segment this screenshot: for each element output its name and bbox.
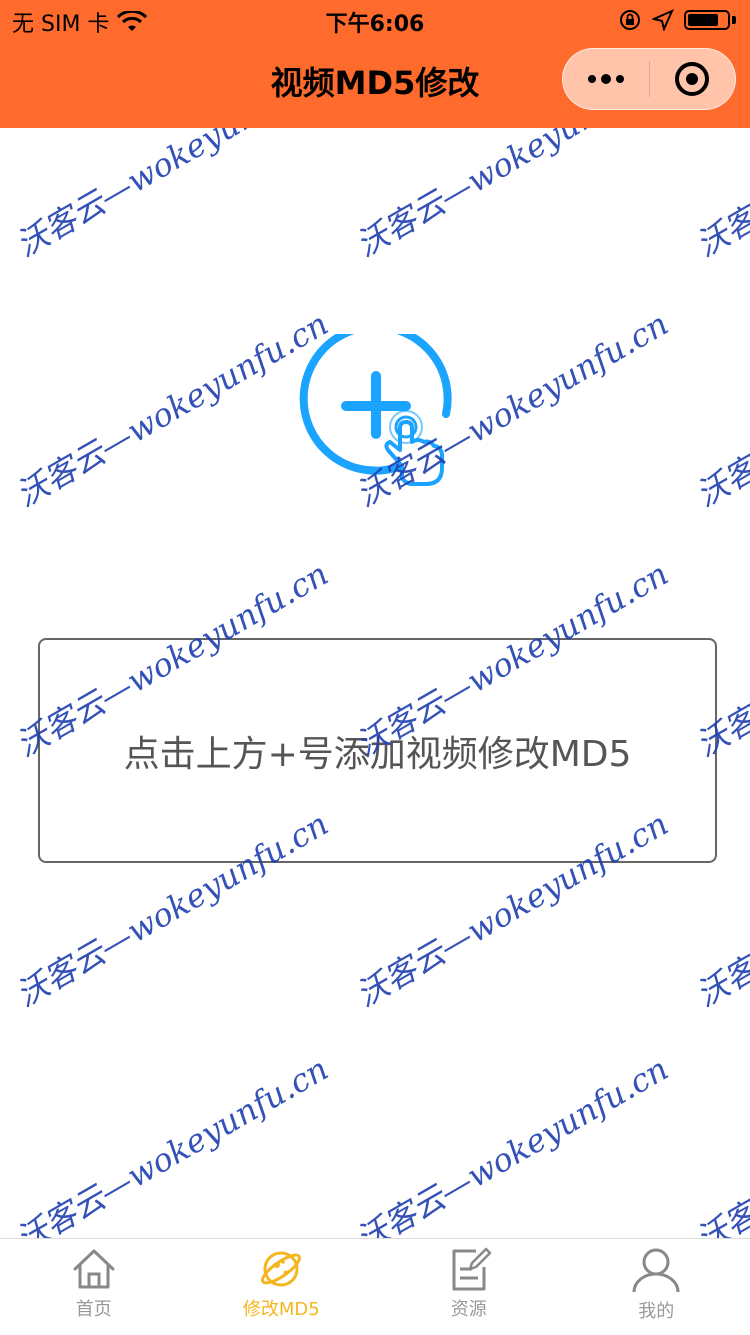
miniapp-capsule <box>562 48 736 110</box>
user-icon <box>631 1247 681 1293</box>
tab-label: 首页 <box>76 1295 112 1321</box>
tab-label: 资源 <box>451 1295 487 1321</box>
tab-modify-md5[interactable]: 修改MD5 <box>188 1239 376 1335</box>
planet-icon <box>258 1247 304 1291</box>
tab-home[interactable]: 首页 <box>0 1239 188 1335</box>
status-bar: 无 SIM 卡 下午6:06 <box>0 0 750 40</box>
status-right <box>618 8 736 32</box>
plus-circle-tap-icon <box>296 334 456 494</box>
watermark-text: 沃客云—wokeyunfu.cn <box>687 1044 750 1238</box>
battery-icon <box>684 10 730 30</box>
tab-label: 我的 <box>638 1297 674 1323</box>
watermark-text: 沃客云—wokeyunfu.cn <box>687 299 750 516</box>
tab-mine[interactable]: 我的 <box>563 1239 750 1335</box>
add-video-button[interactable] <box>296 334 456 494</box>
prompt-text: 点击上方+号添加视频修改MD5 <box>124 725 632 777</box>
more-button[interactable] <box>563 48 649 110</box>
tab-resources[interactable]: 资源 <box>375 1239 563 1335</box>
target-circle-icon <box>674 61 710 97</box>
watermark-text: 沃客云—wokeyunfu.cn <box>7 299 336 516</box>
header: 无 SIM 卡 下午6:06 视频MD5修改 <box>0 0 750 128</box>
watermark-text: 沃客云—wokeyunfu.cn <box>347 128 676 266</box>
watermark-text: 沃客云—wokeyunfu.cn <box>7 128 336 266</box>
add-video-prompt[interactable]: 点击上方+号添加视频修改MD5 <box>38 638 717 863</box>
tab-label: 修改MD5 <box>243 1295 320 1321</box>
close-miniapp-button[interactable] <box>650 48 736 110</box>
location-arrow-icon <box>652 9 674 31</box>
more-dots-icon <box>586 72 626 86</box>
watermark-text: 沃客云—wokeyunfu.cn <box>347 1044 676 1238</box>
tab-bar: 首页 修改MD5 资源 我的 <box>0 1238 750 1335</box>
watermark-text: 沃客云—wokeyunfu.cn <box>7 1044 336 1238</box>
rotation-lock-icon <box>618 8 642 32</box>
watermark-text: 沃客云—wokeyunfu.cn <box>687 128 750 266</box>
edit-note-icon <box>446 1247 492 1291</box>
home-icon <box>71 1247 117 1291</box>
